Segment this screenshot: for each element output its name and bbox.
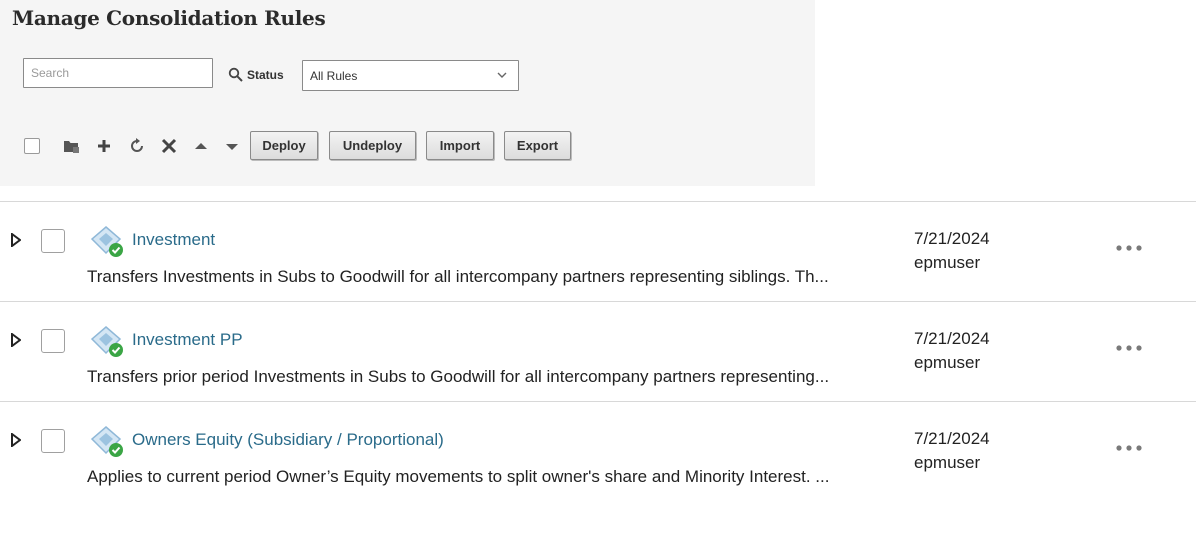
expand-triangle-icon[interactable] [11,333,21,347]
deploy-button[interactable]: Deploy [250,131,318,160]
import-button[interactable]: Import [426,131,494,160]
select-all-checkbox[interactable] [24,138,40,154]
header-panel: Manage Consolidation Rules Status All Ru… [0,0,815,186]
status-select-value: All Rules [310,69,358,83]
more-actions-icon[interactable] [1114,343,1144,353]
more-actions-icon[interactable] [1114,443,1144,453]
page-title: Manage Consolidation Rules [12,6,326,30]
rule-description: Applies to current period Owner’s Equity… [87,467,830,486]
rule-modified-date: 7/21/2024 [914,229,990,248]
toolbar: Deploy Undeploy Import Export [0,130,815,164]
search-input[interactable] [23,58,213,88]
consolidation-rule-icon [90,426,123,457]
rule-modified-user: epmuser [914,453,981,472]
move-up-icon[interactable] [192,137,210,155]
rule-modified-user: epmuser [914,253,981,272]
status-label: Status [247,68,284,82]
add-icon[interactable] [95,137,113,155]
table-row[interactable]: Owners Equity (Subsidiary / Proportional… [0,402,1196,502]
rule-name-link[interactable]: Investment [132,230,215,250]
consolidation-rule-icon [90,226,123,257]
row-checkbox[interactable] [41,229,65,253]
search-icon[interactable] [228,67,244,83]
export-button[interactable]: Export [504,131,571,160]
rule-description: Transfers Investments in Subs to Goodwil… [87,267,829,286]
rule-name-link[interactable]: Owners Equity (Subsidiary / Proportional… [132,430,444,450]
rule-description: Transfers prior period Investments in Su… [87,367,830,386]
expand-triangle-icon[interactable] [11,433,21,447]
delete-icon[interactable] [160,137,178,155]
undeploy-button[interactable]: Undeploy [329,131,416,160]
refresh-icon[interactable] [128,137,146,155]
row-checkbox[interactable] [41,329,65,353]
rule-name-link[interactable]: Investment PP [132,330,243,350]
rule-modified-date: 7/21/2024 [914,429,990,448]
rule-modified-date: 7/21/2024 [914,329,990,348]
chevron-down-icon [497,72,507,78]
consolidation-rule-icon [90,326,123,357]
status-select[interactable]: All Rules [302,60,519,91]
row-checkbox[interactable] [41,429,65,453]
folder-icon[interactable] [62,137,80,155]
table-row[interactable]: Investment PP Transfers prior period Inv… [0,302,1196,402]
more-actions-icon[interactable] [1114,243,1144,253]
move-down-icon[interactable] [223,137,241,155]
table-row[interactable]: Investment Transfers Investments in Subs… [0,202,1196,302]
expand-triangle-icon[interactable] [11,233,21,247]
rule-modified-user: epmuser [914,353,981,372]
